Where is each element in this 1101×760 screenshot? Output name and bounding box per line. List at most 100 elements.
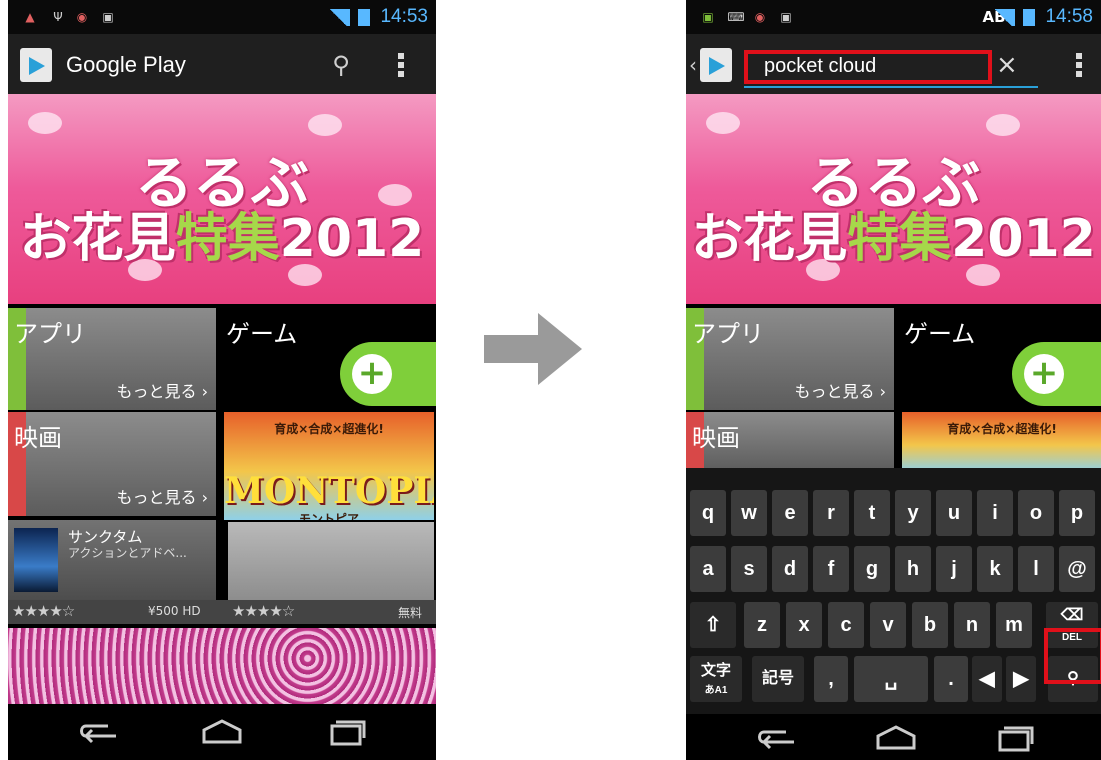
app-card2-price: 無料: [398, 606, 423, 620]
overflow-menu-icon[interactable]: [1076, 53, 1082, 79]
comma-key[interactable]: ,: [814, 656, 848, 702]
cursor-left-key[interactable]: ◀: [972, 656, 1002, 702]
clock: 14:53: [380, 6, 428, 27]
nav-bar: [8, 704, 436, 760]
key-t[interactable]: t: [854, 490, 890, 536]
key-l[interactable]: l: [1018, 546, 1054, 592]
app-card-price: ¥500 HD: [148, 604, 201, 618]
key-f[interactable]: f: [813, 546, 849, 592]
key-b[interactable]: b: [912, 602, 948, 648]
key-v[interactable]: v: [870, 602, 906, 648]
montopia-promo[interactable]: 育成×合成×超進化!: [902, 412, 1101, 472]
home-icon[interactable]: [200, 718, 244, 746]
rating-stars-2: ★★★★☆: [232, 602, 295, 620]
transition-arrow: [484, 313, 582, 385]
up-caret-icon[interactable]: ‹: [686, 50, 700, 80]
rating-row: ★★★★☆ ¥500 HD ★★★★☆ 無料: [8, 600, 436, 624]
right-phone-screen: ▣ ⌨ ◉ ▣ AB 14:58 ‹ pocket cloud × るるぶ お花…: [686, 0, 1101, 760]
key-q[interactable]: q: [690, 490, 726, 536]
rating-stars-1: ★★★★☆: [12, 602, 75, 620]
recent-apps-icon[interactable]: [992, 724, 1036, 752]
montopia-tag: 育成×合成×超進化!: [274, 422, 384, 436]
tile-movies[interactable]: 映画: [686, 412, 894, 472]
home-icon[interactable]: [874, 724, 918, 752]
app-bar: Google Play ⚲: [8, 34, 436, 94]
montopia-promo[interactable]: 育成×合成×超進化! MONTOPIA モントピア: [224, 412, 434, 520]
image-notification-icon: ▣: [102, 10, 114, 24]
usb-icon: Ψ: [53, 10, 63, 24]
image-notification-icon: ▣: [780, 10, 792, 24]
clock: 14:58: [1045, 6, 1093, 27]
input-mode-key[interactable]: 文字 あA1: [690, 656, 742, 702]
montopia-subtitle: モントピア: [298, 512, 359, 520]
tile-apps[interactable]: アプリ もっと見る ›: [8, 308, 216, 410]
key-k[interactable]: k: [977, 546, 1013, 592]
key-m[interactable]: m: [996, 602, 1032, 648]
montopia-reflection: [228, 522, 434, 602]
tile-movies-more[interactable]: もっと見る ›: [117, 484, 209, 508]
back-icon[interactable]: [78, 718, 122, 746]
key-@[interactable]: @: [1059, 546, 1095, 592]
app-bar: ‹ pocket cloud ×: [686, 34, 1101, 94]
tile-games[interactable]: ゲーム +: [220, 308, 436, 410]
battery-icon: [358, 9, 370, 26]
key-p[interactable]: p: [1059, 490, 1095, 536]
key-c[interactable]: c: [828, 602, 864, 648]
tile-apps[interactable]: アプリ もっと見る ›: [686, 308, 894, 410]
tile-games-label: ゲーム: [226, 320, 298, 348]
key-d[interactable]: d: [772, 546, 808, 592]
tile-apps-more[interactable]: もっと見る ›: [795, 378, 887, 402]
app-notification-icon: ▲: [25, 10, 35, 24]
montopia-title: MONTOPIA: [224, 470, 434, 512]
key-g[interactable]: g: [854, 546, 890, 592]
key-i[interactable]: i: [977, 490, 1013, 536]
tile-games[interactable]: ゲーム +: [898, 308, 1101, 410]
lace-banner[interactable]: [8, 628, 436, 704]
promo-banner[interactable]: るるぶ お花見特集2012: [686, 94, 1101, 304]
space-key[interactable]: ␣: [854, 656, 928, 702]
back-icon[interactable]: [756, 724, 800, 752]
key-j[interactable]: j: [936, 546, 972, 592]
key-e[interactable]: e: [772, 490, 808, 536]
key-o[interactable]: o: [1018, 490, 1054, 536]
key-y[interactable]: y: [895, 490, 931, 536]
key-x[interactable]: x: [786, 602, 822, 648]
tile-movies-label: 映画: [14, 424, 62, 452]
gamepad-icon: +: [340, 342, 436, 406]
key-h[interactable]: h: [895, 546, 931, 592]
tile-apps-label: アプリ: [14, 320, 86, 348]
tile-apps-more[interactable]: もっと見る ›: [117, 378, 209, 402]
nav-bar: [686, 714, 1101, 760]
play-store-logo-icon[interactable]: [20, 48, 52, 82]
play-store-logo-icon[interactable]: [700, 48, 732, 82]
signal-icon: [326, 9, 350, 26]
key-z[interactable]: z: [744, 602, 780, 648]
tile-movies-label: 映画: [692, 424, 740, 452]
key-w[interactable]: w: [731, 490, 767, 536]
signal-icon: [991, 9, 1015, 26]
shield-notification-icon: ◉: [754, 10, 766, 24]
overflow-menu-icon[interactable]: [398, 53, 404, 79]
cursor-right-key[interactable]: ▶: [1006, 656, 1036, 702]
clear-search-icon[interactable]: ×: [996, 50, 1018, 80]
tile-movies[interactable]: 映画 もっと見る ›: [8, 412, 216, 516]
key-a[interactable]: a: [690, 546, 726, 592]
battery-icon: [1023, 9, 1035, 26]
left-phone-screen: ▲ Ψ ◉ ▣ 14:53 Google Play ⚲ るるぶ お花見特集201…: [8, 0, 436, 760]
search-underline: [744, 86, 1038, 88]
key-r[interactable]: r: [813, 490, 849, 536]
key-u[interactable]: u: [936, 490, 972, 536]
app-card-desc: アクションとアドベ...: [68, 546, 187, 560]
shift-key[interactable]: ⇧: [690, 602, 736, 648]
period-key[interactable]: .: [934, 656, 968, 702]
key-n[interactable]: n: [954, 602, 990, 648]
promo-banner[interactable]: るるぶ お花見特集2012: [8, 94, 436, 304]
gallery-notification-icon: ▣: [702, 10, 714, 24]
symbols-key[interactable]: 記号: [752, 656, 804, 702]
tile-apps-label: アプリ: [692, 320, 764, 348]
app-card-sanctum[interactable]: サンクタム アクションとアドベ...: [8, 520, 216, 600]
recent-apps-icon[interactable]: [324, 718, 368, 746]
key-s[interactable]: s: [731, 546, 767, 592]
search-icon[interactable]: ⚲: [326, 50, 356, 80]
search-input[interactable]: pocket cloud: [764, 55, 876, 78]
